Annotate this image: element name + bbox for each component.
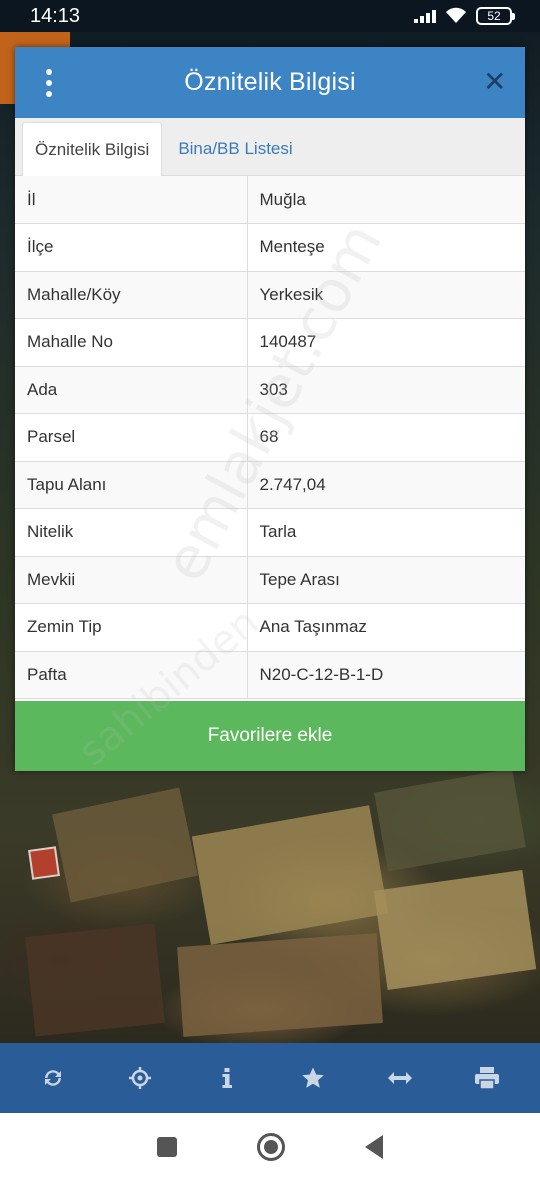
row-value: 303 <box>247 366 525 414</box>
row-key: Pafta <box>15 651 248 699</box>
map-field <box>25 923 165 1037</box>
row-value: Yerkesik <box>247 271 525 319</box>
row-key: Mahalle/Köy <box>15 271 248 319</box>
system-nav-bar <box>0 1113 540 1180</box>
battery-level: 52 <box>487 9 501 23</box>
tab-building-list[interactable]: Bina/BB Listesi <box>162 123 304 175</box>
map-field <box>374 768 526 872</box>
row-key: İl <box>15 176 248 224</box>
row-key: Nitelik <box>15 508 248 557</box>
recent-apps-icon[interactable] <box>157 1136 177 1157</box>
status-bar: 14:13 52 <box>0 0 540 32</box>
tab-attribute-info[interactable]: Öznitelik Bilgisi <box>22 122 163 176</box>
back-icon[interactable] <box>365 1134 383 1159</box>
map-toolbar <box>0 1043 540 1113</box>
dialog-title: Öznitelik Bilgisi <box>184 68 356 96</box>
table-row: Mahalle/Köy Yerkesik <box>15 271 525 319</box>
close-icon[interactable]: ✕ <box>483 68 506 96</box>
row-key: Mahalle No <box>15 318 248 367</box>
map-field <box>52 787 198 903</box>
map-field <box>177 933 383 1037</box>
tab-bar: Öznitelik Bilgisi Bina/BB Listesi <box>15 118 525 176</box>
row-key: Tapu Alanı <box>15 461 248 509</box>
table-row: İl Muğla <box>15 176 525 224</box>
row-key: Parsel <box>15 413 248 462</box>
row-key: Mevkii <box>15 556 248 604</box>
row-key: Zemin Tip <box>15 603 248 652</box>
row-key: İlçe <box>15 223 248 272</box>
refresh-icon[interactable] <box>31 1056 75 1100</box>
battery-icon: 52 <box>476 7 515 25</box>
star-icon[interactable] <box>291 1056 335 1100</box>
building-marker <box>28 846 60 880</box>
row-value: Tepe Arası <box>247 556 525 604</box>
row-value: Ana Taşınmaz <box>247 603 525 652</box>
table-row: Pafta N20-C-12-B-1-D <box>15 651 525 699</box>
table-row: Zemin Tip Ana Taşınmaz <box>15 603 525 652</box>
vertical-dots-icon[interactable] <box>45 69 53 97</box>
attribute-table: İl Muğla İlçe Menteşe Mahalle/Köy Yerkes… <box>15 176 525 699</box>
table-row: Mevkii Tepe Arası <box>15 556 525 604</box>
info-icon[interactable] <box>205 1056 249 1100</box>
crosshair-icon[interactable] <box>118 1056 162 1100</box>
table-row: İlçe Menteşe <box>15 223 525 272</box>
wifi-icon <box>446 7 466 23</box>
row-value: Tarla <box>247 508 525 557</box>
row-value: Muğla <box>247 176 525 224</box>
dialog-header: Öznitelik Bilgisi ✕ <box>15 47 525 118</box>
row-value: 140487 <box>247 318 525 367</box>
measure-icon[interactable] <box>378 1056 422 1100</box>
row-value: 68 <box>247 413 525 462</box>
attribute-dialog: Öznitelik Bilgisi ✕ Öznitelik Bilgisi Bi… <box>15 47 525 771</box>
status-time: 14:13 <box>30 4 81 27</box>
table-row: Mahalle No 140487 <box>15 318 525 367</box>
map-field <box>191 805 389 945</box>
signal-icon <box>414 9 436 23</box>
table-row: Nitelik Tarla <box>15 508 525 557</box>
table-row: Ada 303 <box>15 366 525 414</box>
map-field <box>373 870 537 990</box>
home-icon[interactable] <box>257 1132 285 1161</box>
row-value: N20-C-12-B-1-D <box>247 651 525 699</box>
row-value: Menteşe <box>247 223 525 272</box>
print-icon[interactable] <box>465 1056 509 1100</box>
row-value: 2.747,04 <box>247 461 525 509</box>
table-row: Tapu Alanı 2.747,04 <box>15 461 525 509</box>
table-row: Parsel 68 <box>15 413 525 462</box>
row-key: Ada <box>15 366 248 414</box>
add-favorite-button[interactable]: Favorilere ekle <box>15 701 525 771</box>
